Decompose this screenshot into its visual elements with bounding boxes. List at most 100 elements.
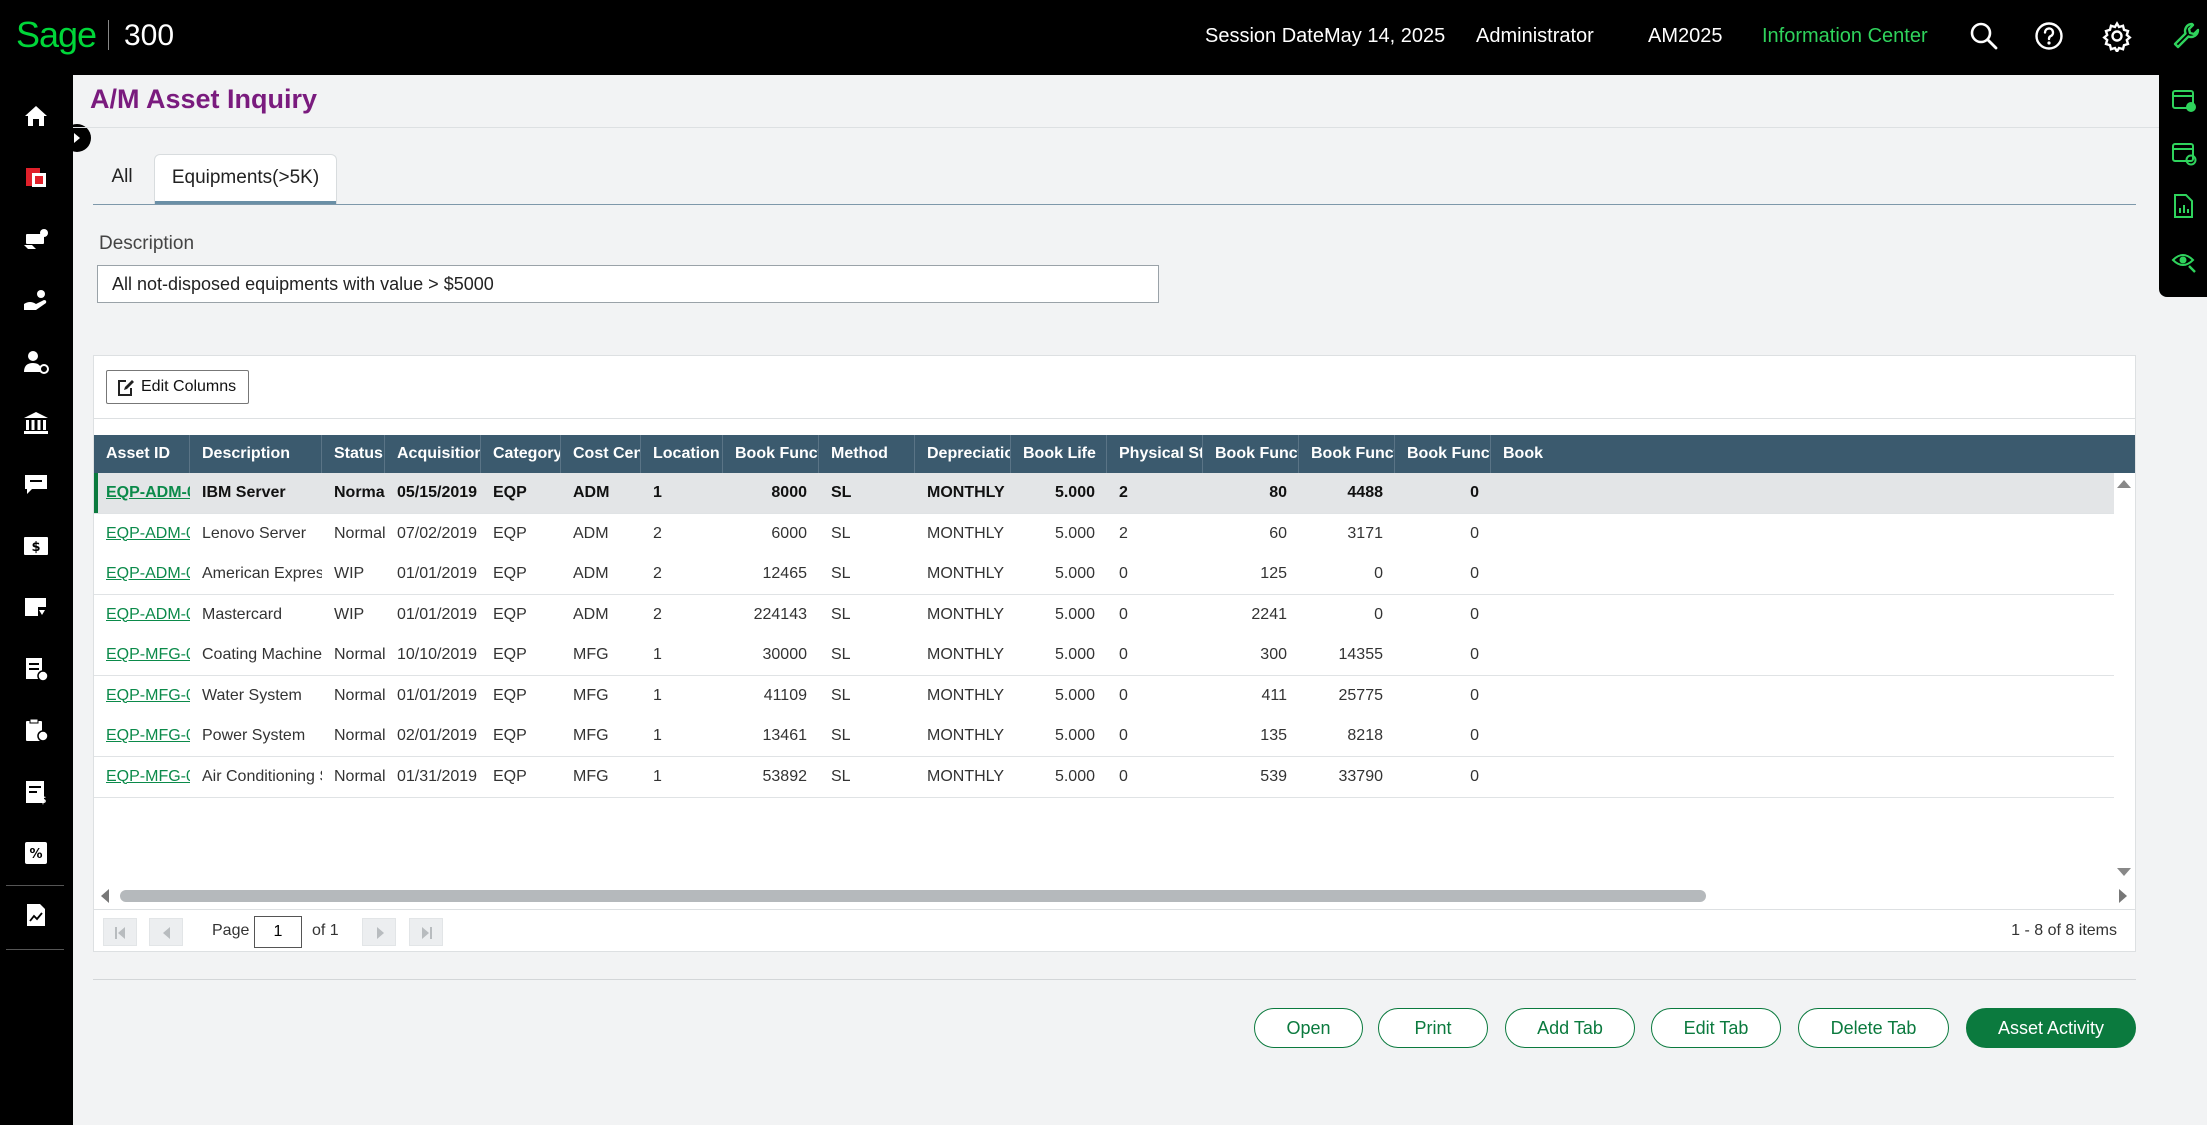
- asset-id-link[interactable]: EQP-MFG-004: [106, 727, 190, 744]
- cell-asset-id[interactable]: EQP-ADM-002: [94, 473, 190, 513]
- table-row[interactable]: EQP-ADM-016 American Express WIP 01/01/2019…: [94, 554, 2114, 595]
- page-number-input[interactable]: [254, 916, 302, 948]
- first-page-button[interactable]: [103, 918, 137, 946]
- tab-equipments[interactable]: Equipments(>5K): [154, 154, 337, 205]
- cell-depreciation: MONTHLY: [927, 686, 1005, 704]
- table-row[interactable]: EQP-ADM-002 IBM Server Normal 05/15/2019 EQP…: [94, 473, 2114, 514]
- table-row[interactable]: EQP-ADM-009 Lenovo Server Normal 07/02/2019…: [94, 513, 2114, 555]
- cell-book-function-3: 4488: [1347, 484, 1383, 501]
- cell-acquisition-date: 05/15/2019: [397, 484, 478, 501]
- home-icon[interactable]: [22, 102, 50, 130]
- description-field[interactable]: [97, 265, 1159, 303]
- column-header-depreciation[interactable]: Depreciation...: [915, 435, 1011, 473]
- tab-all[interactable]: All: [98, 154, 146, 203]
- cell-asset-id[interactable]: EQP-ADM-009: [94, 514, 190, 554]
- order-entry-icon[interactable]: [22, 593, 50, 621]
- column-header-book-function-4[interactable]: Book Functio...: [1395, 435, 1491, 473]
- cell-method: SL: [831, 484, 852, 501]
- payables-icon[interactable]: [22, 286, 50, 314]
- company-name[interactable]: AM2025: [1648, 25, 1723, 48]
- document-chart-icon[interactable]: [2171, 193, 2197, 219]
- column-header-asset-id[interactable]: Asset ID: [94, 435, 190, 473]
- cell-asset-id[interactable]: EQP-ADM-021: [94, 595, 190, 635]
- cell-book-function-3: 14355: [1338, 646, 1384, 663]
- table-row[interactable]: EQP-MFG-001 Coating Machine Sets Normal 10/…: [94, 635, 2114, 676]
- cell-asset-id[interactable]: EQP-ADM-016: [94, 554, 190, 594]
- asset-id-link[interactable]: EQP-ADM-016: [106, 565, 190, 582]
- open-button[interactable]: Open: [1254, 1008, 1363, 1048]
- edit-tab-button[interactable]: Edit Tab: [1651, 1008, 1781, 1048]
- scroll-left-arrow[interactable]: [101, 889, 109, 903]
- column-header-book-function-3[interactable]: Book Functio...: [1299, 435, 1395, 473]
- table-row[interactable]: EQP-MFG-003 Water System Normal 01/01/2019 E…: [94, 675, 2114, 717]
- asset-id-link[interactable]: EQP-MFG-003: [106, 687, 190, 704]
- help-icon[interactable]: [2033, 20, 2065, 52]
- payroll-icon[interactable]: $: [22, 778, 50, 806]
- asset-activity-button[interactable]: Asset Activity: [1966, 1008, 2136, 1048]
- cell-method: SL: [831, 767, 851, 785]
- asset-id-link[interactable]: EQP-ADM-021: [106, 606, 190, 623]
- inventory-icon[interactable]: [22, 716, 50, 744]
- cell-asset-id[interactable]: EQP-MFG-005: [94, 757, 190, 797]
- add-tab-button[interactable]: Add Tab: [1505, 1008, 1635, 1048]
- table-row[interactable]: EQP-MFG-004 Power System Normal 02/01/2019 E…: [94, 716, 2114, 757]
- information-center-link[interactable]: Information Center: [1762, 25, 1928, 48]
- asset-management-icon[interactable]: [22, 163, 50, 191]
- window-info-icon[interactable]: [2171, 87, 2197, 113]
- cell-acquisition-date: 10/10/2019: [397, 646, 478, 663]
- cell-asset-id[interactable]: EQP-MFG-003: [94, 676, 190, 716]
- search-icon[interactable]: [1968, 20, 2000, 52]
- next-page-button[interactable]: [362, 918, 396, 946]
- horizontal-scrollbar[interactable]: [120, 890, 1706, 902]
- asset-id-link[interactable]: EQP-ADM-009: [106, 525, 190, 542]
- cell-asset-id[interactable]: EQP-MFG-004: [94, 716, 190, 756]
- column-header-physical-status[interactable]: Physical Stat...: [1107, 435, 1203, 473]
- session-date[interactable]: May 14, 2025: [1324, 25, 1445, 48]
- table-row[interactable]: EQP-MFG-005 Air Conditioning Sys... Normal…: [94, 756, 2114, 798]
- asset-id-link[interactable]: EQP-MFG-005: [106, 768, 190, 785]
- scroll-right-arrow[interactable]: [2119, 889, 2127, 903]
- visibility-icon[interactable]: [2171, 248, 2197, 274]
- column-header-book-life[interactable]: Book Life: [1011, 435, 1107, 473]
- column-header-book[interactable]: Book: [1491, 435, 1545, 473]
- print-button[interactable]: Print: [1378, 1008, 1488, 1048]
- last-page-button[interactable]: [409, 918, 443, 946]
- previous-page-button[interactable]: [149, 918, 183, 946]
- nav-expand-button[interactable]: [63, 124, 91, 152]
- accounts-icon[interactable]: [22, 225, 50, 253]
- delete-tab-button[interactable]: Delete Tab: [1798, 1008, 1949, 1048]
- user-name[interactable]: Administrator: [1476, 25, 1594, 48]
- column-header-description[interactable]: Description: [190, 435, 322, 473]
- window-settings-icon[interactable]: [2171, 140, 2197, 166]
- bank-icon[interactable]: [22, 409, 50, 437]
- edit-columns-button[interactable]: Edit Columns: [106, 370, 249, 404]
- purchase-orders-icon[interactable]: [22, 655, 50, 683]
- logo-divider: [108, 20, 109, 50]
- column-header-acquisition-date[interactable]: Acquisition D...: [385, 435, 481, 473]
- top-bar: Sage 300 Session Date: May 14, 2025 Admi…: [0, 0, 2207, 75]
- gear-icon[interactable]: [2101, 20, 2133, 52]
- customer-settings-icon[interactable]: [22, 348, 50, 376]
- wrench-icon[interactable]: [2170, 20, 2202, 52]
- reports-icon[interactable]: [22, 901, 50, 929]
- asset-id-link[interactable]: EQP-ADM-002: [106, 484, 190, 501]
- column-header-status[interactable]: Status: [322, 435, 385, 473]
- messages-icon[interactable]: [22, 470, 50, 498]
- column-header-category[interactable]: Category: [481, 435, 561, 473]
- column-header-book-function-1[interactable]: Book Functio...: [723, 435, 819, 473]
- scroll-down-arrow[interactable]: [2117, 868, 2131, 876]
- scroll-up-arrow[interactable]: [2117, 480, 2131, 488]
- table-row[interactable]: EQP-ADM-021 Mastercard WIP 01/01/2019 EQP ADM…: [94, 594, 2114, 636]
- tax-icon[interactable]: %: [22, 839, 50, 867]
- cell-description: American Express: [202, 565, 322, 582]
- svg-text:$: $: [31, 540, 40, 555]
- column-header-method[interactable]: Method: [819, 435, 915, 473]
- cell-asset-id[interactable]: EQP-MFG-001: [94, 635, 190, 675]
- sage-logo[interactable]: Sage: [16, 14, 97, 56]
- column-header-book-function-2[interactable]: Book Functio...: [1203, 435, 1299, 473]
- column-header-cost-center[interactable]: Cost Center: [561, 435, 641, 473]
- cell-book-function-1: 13461: [762, 727, 808, 744]
- column-header-location[interactable]: Location: [641, 435, 723, 473]
- asset-id-link[interactable]: EQP-MFG-001: [106, 646, 190, 663]
- invoices-icon[interactable]: $: [22, 532, 50, 560]
